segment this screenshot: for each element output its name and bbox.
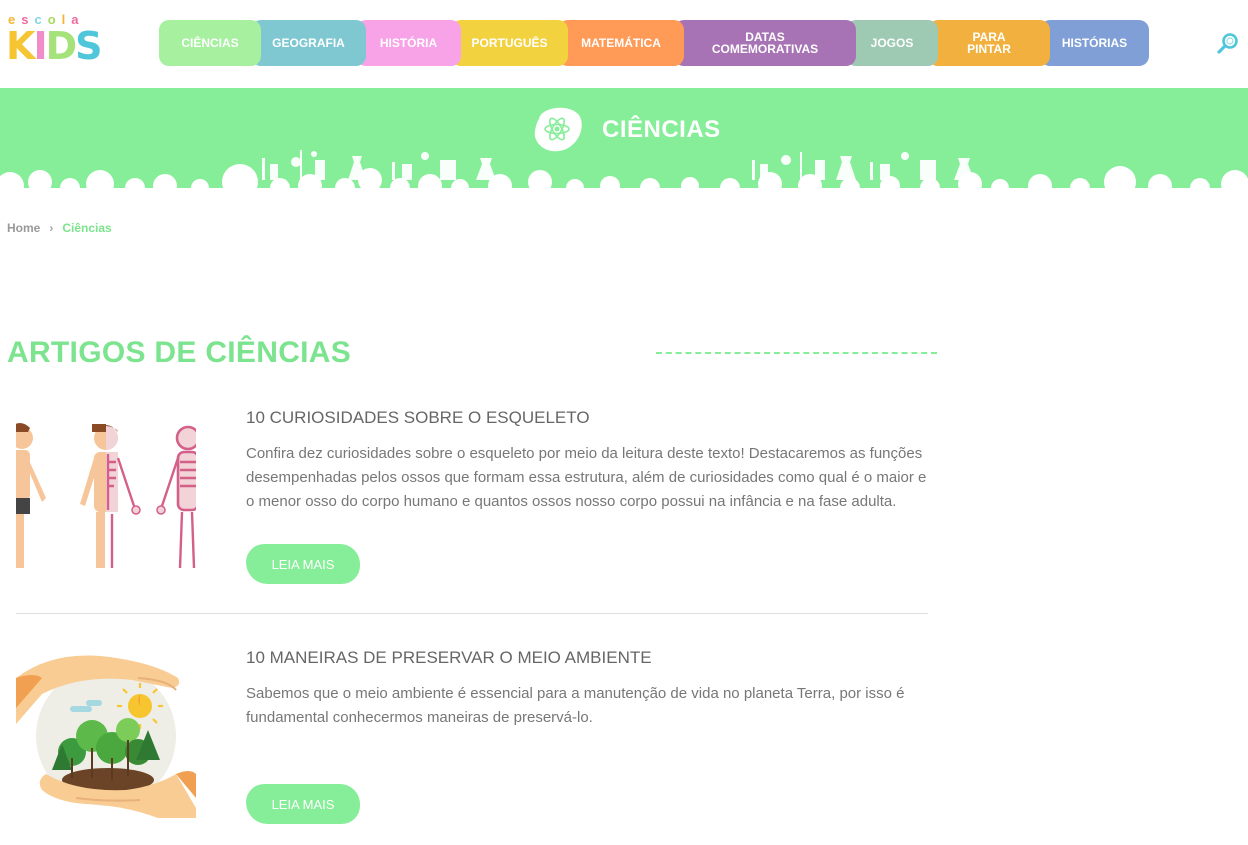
nav-item-label: PORTUGUÊS bbox=[471, 36, 548, 50]
nav-item-label: DATAS COMEMORATIVAS bbox=[711, 30, 819, 56]
category-banner: CIÊNCIAS bbox=[0, 88, 1248, 198]
article-excerpt: Confira dez curiosidades sobre o esquele… bbox=[246, 445, 927, 510]
nav-item-label: MATEMÁTICA bbox=[581, 36, 661, 50]
read-more-button[interactable]: LEIA MAIS bbox=[246, 784, 360, 824]
nav-item-label: HISTÓRIAS bbox=[1061, 36, 1128, 50]
article-title[interactable]: 10 CURIOSIDADES SOBRE O ESQUELETO bbox=[246, 408, 590, 428]
nav-item-para-pintar[interactable]: PARA PINTAR bbox=[928, 20, 1050, 66]
nav-item-label: CIÊNCIAS bbox=[181, 36, 239, 50]
nav-item-label: JOGOS bbox=[870, 36, 914, 50]
read-more-button[interactable]: LEIA MAIS bbox=[246, 544, 360, 584]
nav-item-português[interactable]: PORTUGUÊS bbox=[451, 20, 568, 66]
section-title: ARTIGOS DE CIÊNCIAS bbox=[7, 336, 352, 369]
article-divider bbox=[16, 613, 928, 614]
nav-item-ciências[interactable]: CIÊNCIAS bbox=[159, 20, 261, 66]
breadcrumb-current[interactable]: Ciências bbox=[62, 221, 111, 235]
site-logo[interactable]: escola KIDS bbox=[6, 12, 103, 70]
skeleton-illustration[interactable] bbox=[16, 418, 196, 588]
logo-main-text: KIDS bbox=[6, 24, 103, 68]
article-title[interactable]: 10 MANEIRAS DE PRESERVAR O MEIO AMBIENTE bbox=[246, 648, 652, 668]
nav-item-matemática[interactable]: MATEMÁTICA bbox=[558, 20, 684, 66]
environment-illustration[interactable] bbox=[16, 648, 196, 818]
nav-item-jogos[interactable]: JOGOS bbox=[846, 20, 938, 66]
site-header: escola KIDS CIÊNCIAS GEOGRAFIA HISTÓRIA POR… bbox=[0, 0, 1248, 88]
nav-item-história[interactable]: HISTÓRIA bbox=[356, 20, 461, 66]
nav-item-label: HISTÓRIA bbox=[379, 36, 438, 50]
breadcrumb: Home › Ciências bbox=[7, 221, 112, 235]
search-icon[interactable] bbox=[1216, 32, 1240, 56]
nav-item-label: GEOGRAFIA bbox=[272, 36, 345, 50]
article-excerpt: Sabemos que o meio ambiente é essencial … bbox=[246, 685, 905, 726]
nav-item-label: PARA PINTAR bbox=[967, 30, 1011, 56]
section-dashed-rule bbox=[656, 352, 937, 354]
main-nav: CIÊNCIAS GEOGRAFIA HISTÓRIA PORTUGUÊS MATEMÁ… bbox=[159, 20, 1149, 66]
nav-item-datas-comemorativas[interactable]: DATAS COMEMORATIVAS bbox=[674, 20, 856, 66]
nav-item-geografia[interactable]: GEOGRAFIA bbox=[251, 20, 366, 66]
nav-item-histórias[interactable]: HISTÓRIAS bbox=[1040, 20, 1149, 66]
breadcrumb-separator: › bbox=[49, 221, 54, 235]
breadcrumb-home-link[interactable]: Home bbox=[7, 221, 40, 235]
cloud-border bbox=[0, 150, 1248, 198]
